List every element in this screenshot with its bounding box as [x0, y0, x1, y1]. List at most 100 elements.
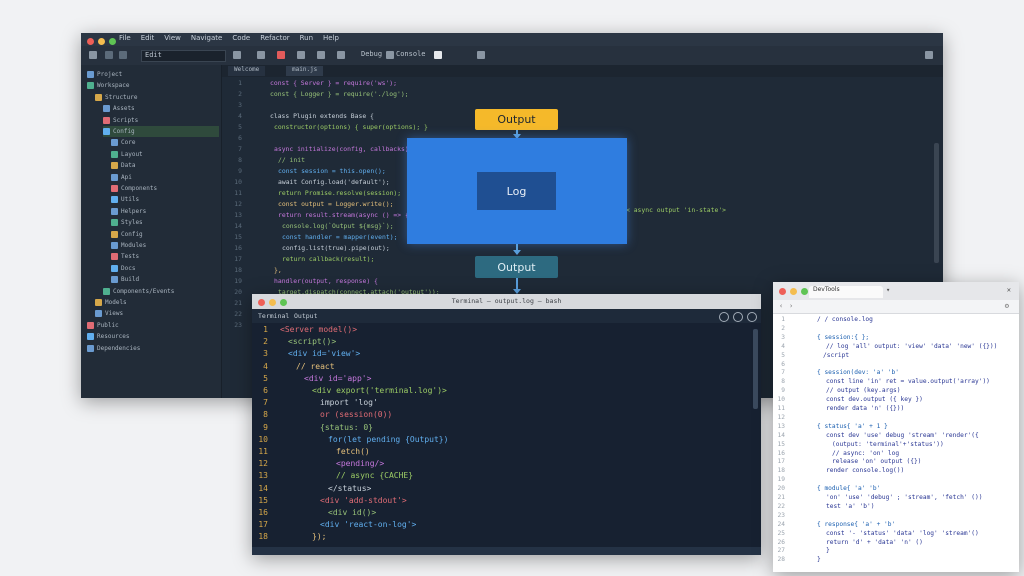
menu-item-navigate[interactable]: Navigate [191, 34, 222, 42]
tree-item[interactable]: Scripts [103, 115, 138, 126]
tree-item[interactable]: Structure [95, 92, 138, 103]
forward-icon[interactable]: › [789, 302, 793, 310]
menu-item-edit[interactable]: Edit [141, 34, 155, 42]
tree-item-label: Modules [121, 242, 147, 249]
tree-item[interactable]: Resources [87, 331, 130, 342]
tab-output[interactable]: Output [294, 312, 317, 320]
settings-icon[interactable]: ⚙ [1005, 302, 1009, 310]
code-text: await Config.load('default'); [278, 178, 390, 186]
minimize-icon[interactable] [790, 288, 797, 295]
line-number: 19 [777, 476, 785, 484]
menu-item-view[interactable]: View [164, 34, 181, 42]
line-number: 10 [777, 396, 785, 404]
browser-tab[interactable]: DevTools [809, 286, 883, 298]
panel-icon[interactable] [434, 51, 442, 59]
line-number: 14 [234, 222, 242, 230]
line-number: 4 [781, 342, 785, 350]
tree-item[interactable]: Workspace [87, 80, 130, 91]
code-text: return Promise.resolve(session); [278, 189, 402, 197]
tree-item[interactable]: Styles [111, 217, 143, 228]
search-icon[interactable] [477, 51, 485, 59]
maximize-icon[interactable] [801, 288, 808, 295]
new-tab-icon[interactable]: ▾ [886, 286, 890, 294]
terminal-text: <div export('terminal.log')> [312, 386, 447, 395]
build-icon[interactable] [233, 51, 241, 59]
tree-item[interactable]: Data [111, 160, 135, 171]
tree-item[interactable]: Api [111, 172, 132, 183]
console-text: release 'on' output ({}) [832, 458, 922, 466]
tree-item[interactable]: Dependencies [87, 343, 140, 354]
tree-item[interactable]: Config [111, 229, 143, 240]
line-number: 1 [781, 316, 785, 323]
menu-item-file[interactable]: File [119, 34, 131, 42]
tree-item[interactable]: Models [95, 297, 127, 308]
line-number: 9 [263, 422, 268, 432]
back-icon[interactable] [105, 51, 113, 59]
tree-item[interactable]: Public [87, 320, 119, 331]
tab-welcome[interactable]: Welcome [228, 66, 266, 76]
layout-icon[interactable] [925, 51, 933, 59]
step-icon[interactable] [297, 51, 305, 59]
console-button[interactable]: Console [396, 50, 426, 60]
close-icon[interactable] [87, 38, 94, 45]
menu-item-run[interactable]: Run [300, 34, 313, 42]
folder-icon [87, 321, 94, 329]
code-text: constructor(options) { super(options); } [274, 123, 428, 131]
line-number: 12 [234, 200, 242, 208]
tree-item[interactable]: Tests [111, 251, 139, 262]
save-icon[interactable] [89, 51, 97, 59]
edit-dropdown[interactable]: Edit [141, 50, 226, 62]
tree-item[interactable]: Project [87, 69, 122, 80]
tree-item[interactable]: Components [111, 183, 157, 194]
folder-icon [87, 82, 94, 90]
line-number: 16 [234, 244, 242, 252]
console-text: { module{ 'a' 'b' [817, 485, 881, 493]
tree-item[interactable]: Docs [111, 263, 135, 274]
search-icon[interactable] [719, 312, 729, 322]
back-icon[interactable]: ‹ [779, 302, 783, 310]
tree-item-label: Tests [121, 253, 140, 261]
tree-item[interactable]: Build [111, 274, 139, 285]
forward-icon[interactable] [119, 51, 127, 59]
tree-item[interactable]: Layout [111, 149, 143, 160]
run-icon[interactable] [257, 51, 265, 59]
folder-icon [111, 219, 118, 227]
output-bottom-node: Output [475, 256, 558, 278]
project-tree: Project Workspace Structure Assets Scripts Co… [81, 65, 222, 398]
terminal-output[interactable]: 1 <Server model()> 2 <script()> 3 <div id='… [252, 323, 761, 545]
devtools-console[interactable]: 1 / / console.log 2 3 { session:{ }; 4 // log… [773, 314, 1019, 570]
terminal-scrollbar[interactable] [753, 329, 758, 409]
tree-item[interactable]: Assets [103, 103, 135, 114]
code-text: config.list(true).pipe(out); [282, 244, 390, 252]
tab-main-js[interactable]: main.js [286, 66, 324, 76]
tree-item[interactable]: Helpers [111, 206, 146, 217]
tree-item[interactable]: Utils [111, 194, 139, 205]
line-number: 16 [258, 508, 268, 517]
minimize-icon[interactable] [98, 38, 105, 45]
tree-item[interactable]: Core [111, 137, 135, 148]
bookmark-icon[interactable] [317, 51, 325, 59]
tree-item[interactable]: Modules [111, 240, 146, 251]
tab-terminal[interactable]: Terminal [258, 312, 289, 320]
tree-item[interactable]: Views [95, 308, 123, 319]
folder-icon [103, 287, 110, 295]
tree-item[interactable]: Components/Events [103, 286, 174, 297]
settings-icon[interactable] [337, 51, 345, 59]
close-icon[interactable] [747, 312, 757, 322]
debug-button[interactable]: Debug [361, 50, 382, 60]
tools-icon[interactable] [386, 51, 394, 59]
menu-item-help[interactable]: Help [323, 34, 339, 42]
close-icon[interactable] [779, 288, 786, 295]
settings-icon[interactable] [733, 312, 743, 322]
maximize-icon[interactable] [109, 38, 116, 45]
browser-window: DevTools ▾ ✕ ‹ › ⚙ 1 / / console.log 2 3 { s… [773, 282, 1019, 572]
menu-item-refactor[interactable]: Refactor [260, 34, 289, 42]
stop-icon[interactable] [277, 51, 285, 59]
terminal-text: <div id()> [328, 508, 377, 517]
editor-scrollbar[interactable] [934, 143, 939, 263]
console-text: // output (key.args) [826, 387, 901, 395]
menu-item-code[interactable]: Code [232, 34, 250, 42]
line-number: 28 [777, 556, 785, 564]
tree-item[interactable]: Config [103, 126, 219, 137]
close-window-icon[interactable]: ✕ [1007, 286, 1011, 294]
